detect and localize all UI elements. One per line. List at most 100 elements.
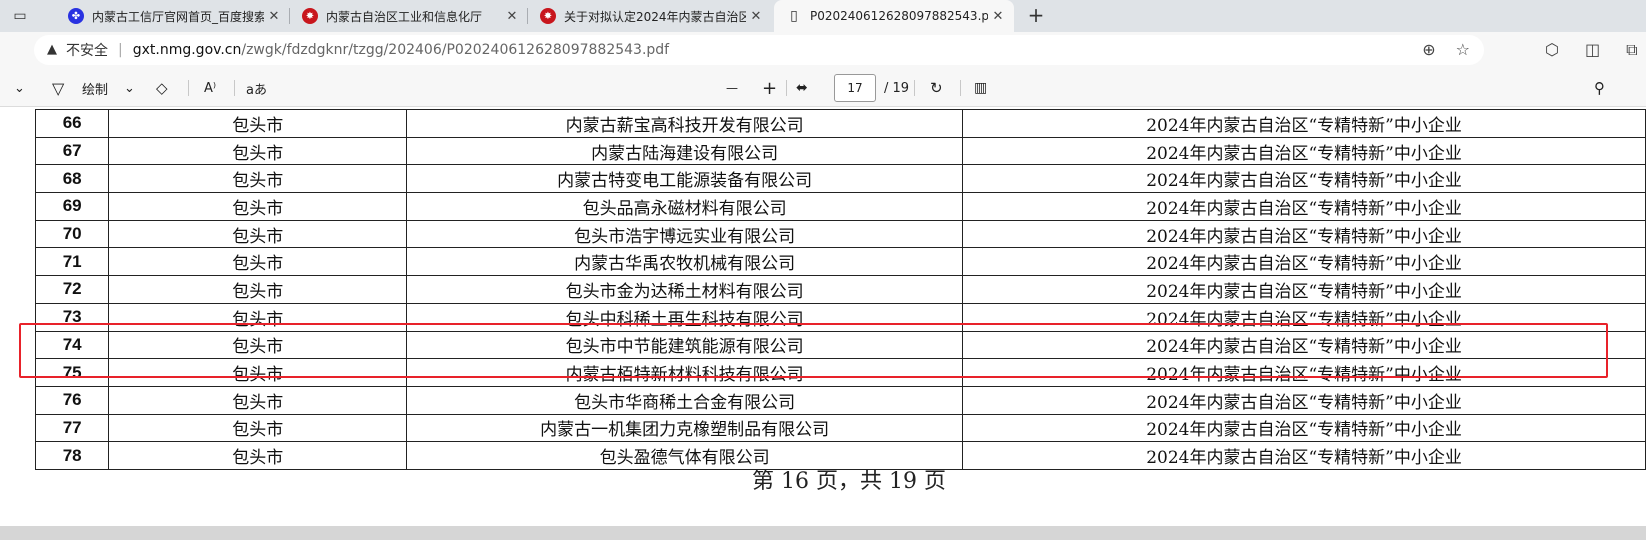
- rotate-icon[interactable]: ↻: [930, 70, 943, 106]
- company-cell: 内蒙古特变电工能源装备有限公司: [406, 164, 964, 194]
- row-number: 71: [34, 247, 110, 277]
- city-cell: 包头市: [108, 441, 408, 470]
- company-cell: 内蒙古陆海建设有限公司: [406, 136, 964, 166]
- company-cell: 包头市金为达稀土材料有限公司: [406, 275, 964, 304]
- city-cell: 包头市: [108, 247, 408, 277]
- row-number: 77: [34, 413, 110, 443]
- close-tab-icon[interactable]: ✕: [746, 9, 766, 24]
- city-cell: 包头市: [108, 164, 408, 194]
- category-cell: 2024年内蒙古自治区“专精特新”中小企业: [962, 192, 1646, 221]
- row-number: 72: [34, 275, 110, 304]
- tab-title: 关于对拟认定2024年内蒙古自治区: [564, 9, 746, 24]
- enterprise-table: 66 包头市 内蒙古薪宝高科技开发有限公司 2024年内蒙古自治区“专精特新”中小企业…: [34, 109, 1646, 470]
- table-row: 72 包头市 包头市金为达稀土材料有限公司 2024年内蒙古自治区“专精特新”中小企业: [34, 275, 1646, 304]
- page-footer: 第 16 页，共 19 页: [752, 469, 946, 494]
- pdf-viewer[interactable]: 66 包头市 内蒙古薪宝高科技开发有限公司 2024年内蒙古自治区“专精特新”中小企业…: [0, 107, 1646, 540]
- omnibox-actions: ⊕ ☆: [1422, 40, 1470, 59]
- read-aloud-icon[interactable]: A⁾: [204, 70, 216, 106]
- category-cell: 2024年内蒙古自治区“专精特新”中小企业: [962, 164, 1646, 194]
- table-row: 67 包头市 内蒙古陆海建设有限公司 2024年内蒙古自治区“专精特新”中小企业: [34, 136, 1646, 166]
- extensions-icon[interactable]: ⬡: [1545, 40, 1559, 60]
- table-row: 71 包头市 内蒙古华禹农牧机械有限公司 2024年内蒙古自治区“专精特新”中小企业: [34, 247, 1646, 277]
- text-options-label[interactable]: aあ: [246, 70, 267, 106]
- city-cell: 包头市: [108, 109, 408, 138]
- red-highlight-box: [19, 323, 1608, 378]
- insecure-label[interactable]: 不安全: [66, 40, 108, 60]
- row-number: 68: [34, 164, 110, 194]
- toolbar-divider: [188, 80, 189, 96]
- new-tab-icon[interactable]: +: [1024, 4, 1048, 28]
- toolbar-divider: [234, 80, 235, 96]
- draw-pen-icon[interactable]: ▽: [52, 70, 64, 106]
- toolbar-divider: [914, 80, 915, 96]
- url-path: /zwgk/fdzdgknr/tzgg/202406/P020240612628…: [241, 42, 670, 58]
- split-screen-icon[interactable]: ◫: [1585, 40, 1600, 60]
- pdf-page: 66 包头市 内蒙古薪宝高科技开发有限公司 2024年内蒙古自治区“专精特新”中小企业…: [6, 107, 1646, 526]
- tab-actions-icon[interactable]: ▭: [10, 6, 30, 26]
- close-tab-icon[interactable]: ✕: [264, 9, 284, 24]
- company-cell: 内蒙古华禹农牧机械有限公司: [406, 247, 964, 277]
- page-view-icon[interactable]: ▥: [974, 70, 987, 106]
- category-cell: 2024年内蒙古自治区“专精特新”中小企业: [962, 247, 1646, 277]
- zoom-in-button[interactable]: +: [762, 70, 777, 106]
- company-cell: 包头市浩宇博远实业有限公司: [406, 219, 964, 249]
- draw-label[interactable]: 绘制: [82, 70, 108, 106]
- city-cell: 包头市: [108, 192, 408, 221]
- row-number: 70: [34, 219, 110, 249]
- favorite-star-icon[interactable]: ☆: [1456, 40, 1470, 59]
- category-cell: 2024年内蒙古自治区“专精特新”中小企业: [962, 219, 1646, 249]
- category-cell: 2024年内蒙古自治区“专精特新”中小企业: [962, 441, 1646, 470]
- address-divider: |: [118, 42, 123, 58]
- tab-gxt-home[interactable]: ✸ 内蒙古自治区工业和信息化厅 ✕: [290, 0, 528, 32]
- chevron-down-icon[interactable]: ⌄: [14, 70, 25, 106]
- address-bar-row: ▲ 不安全 | gxt.nmg.gov.cn/zwgk/fdzdgknr/tzg…: [0, 32, 1646, 70]
- warning-icon[interactable]: ▲: [44, 42, 60, 58]
- city-cell: 包头市: [108, 413, 408, 443]
- national-emblem-icon: ✸: [540, 8, 556, 24]
- category-cell: 2024年内蒙古自治区“专精特新”中小企业: [962, 413, 1646, 443]
- company-cell: 包头市华商稀土合金有限公司: [406, 385, 964, 415]
- close-tab-icon[interactable]: ✕: [502, 9, 522, 24]
- category-cell: 2024年内蒙古自治区“专精特新”中小企业: [962, 109, 1646, 138]
- browser-actions: ⬡ ◫ ⧉: [1545, 40, 1638, 60]
- table-row: 66 包头市 内蒙古薪宝高科技开发有限公司 2024年内蒙古自治区“专精特新”中小企业: [34, 109, 1646, 138]
- category-cell: 2024年内蒙古自治区“专精特新”中小企业: [962, 275, 1646, 304]
- row-number: 66: [34, 109, 110, 138]
- pdf-toolbar: ⌄ ▽ 绘制 ⌄ ◇ A⁾ aあ — + ⬌ 17 / 19 ↻ ▥ ⚲: [0, 70, 1646, 107]
- search-icon[interactable]: ⚲: [1594, 70, 1605, 106]
- tab-pdf-active[interactable]: ▯ P020240612628097882543.pdf ✕: [774, 0, 1014, 32]
- city-cell: 包头市: [108, 275, 408, 304]
- category-cell: 2024年内蒙古自治区“专精特新”中小企业: [962, 136, 1646, 166]
- collections-icon[interactable]: ⧉: [1626, 40, 1637, 60]
- tab-title: 内蒙古工信厅官网首页_百度搜索: [92, 9, 264, 24]
- zoom-out-button[interactable]: —: [726, 70, 738, 106]
- tab-title: 内蒙古自治区工业和信息化厅: [326, 9, 483, 24]
- company-cell: 内蒙古薪宝高科技开发有限公司: [406, 109, 964, 138]
- address-bar[interactable]: ▲ 不安全 | gxt.nmg.gov.cn/zwgk/fdzdgknr/tzg…: [34, 35, 1484, 65]
- table-row: 69 包头市 包头品高永磁材料有限公司 2024年内蒙古自治区“专精特新”中小企业: [34, 192, 1646, 221]
- page-number-input[interactable]: 17: [834, 74, 876, 102]
- zoom-icon[interactable]: ⊕: [1422, 40, 1435, 59]
- url-host: gxt.nmg.gov.cn: [132, 42, 242, 58]
- city-cell: 包头市: [108, 219, 408, 249]
- tab-baidu-search[interactable]: ✤ 内蒙古工信厅官网首页_百度搜索 ✕: [56, 0, 290, 32]
- table-row: 76 包头市 包头市华商稀土合金有限公司 2024年内蒙古自治区“专精特新”中小企业: [34, 385, 1646, 415]
- company-cell: 内蒙古一机集团力克橡塑制品有限公司: [406, 413, 964, 443]
- city-cell: 包头市: [108, 385, 408, 415]
- close-tab-icon[interactable]: ✕: [988, 9, 1008, 24]
- tab-title: P020240612628097882543.pdf: [810, 9, 988, 23]
- national-emblem-icon: ✸: [302, 8, 318, 24]
- document-icon: ▯: [790, 8, 798, 24]
- row-number: 76: [34, 385, 110, 415]
- draw-options-chevron-icon[interactable]: ⌄: [124, 70, 135, 106]
- table-row: 68 包头市 内蒙古特变电工能源装备有限公司 2024年内蒙古自治区“专精特新”中小企…: [34, 164, 1646, 194]
- table-row: 77 包头市 内蒙古一机集团力克橡塑制品有限公司 2024年内蒙古自治区“专精特新”中…: [34, 413, 1646, 443]
- toolbar-divider: [960, 80, 961, 96]
- tab-strip: ▭ ✤ 内蒙古工信厅官网首页_百度搜索 ✕ ✸ 内蒙古自治区工业和信息化厅 ✕ …: [0, 0, 1646, 32]
- fit-page-icon[interactable]: ⬌: [796, 70, 808, 106]
- tab-notice[interactable]: ✸ 关于对拟认定2024年内蒙古自治区 ✕: [528, 0, 772, 32]
- baidu-paw-icon: ✤: [68, 8, 84, 24]
- toolbar-divider: [786, 80, 787, 96]
- eraser-icon[interactable]: ◇: [156, 70, 168, 106]
- category-cell: 2024年内蒙古自治区“专精特新”中小企业: [962, 385, 1646, 415]
